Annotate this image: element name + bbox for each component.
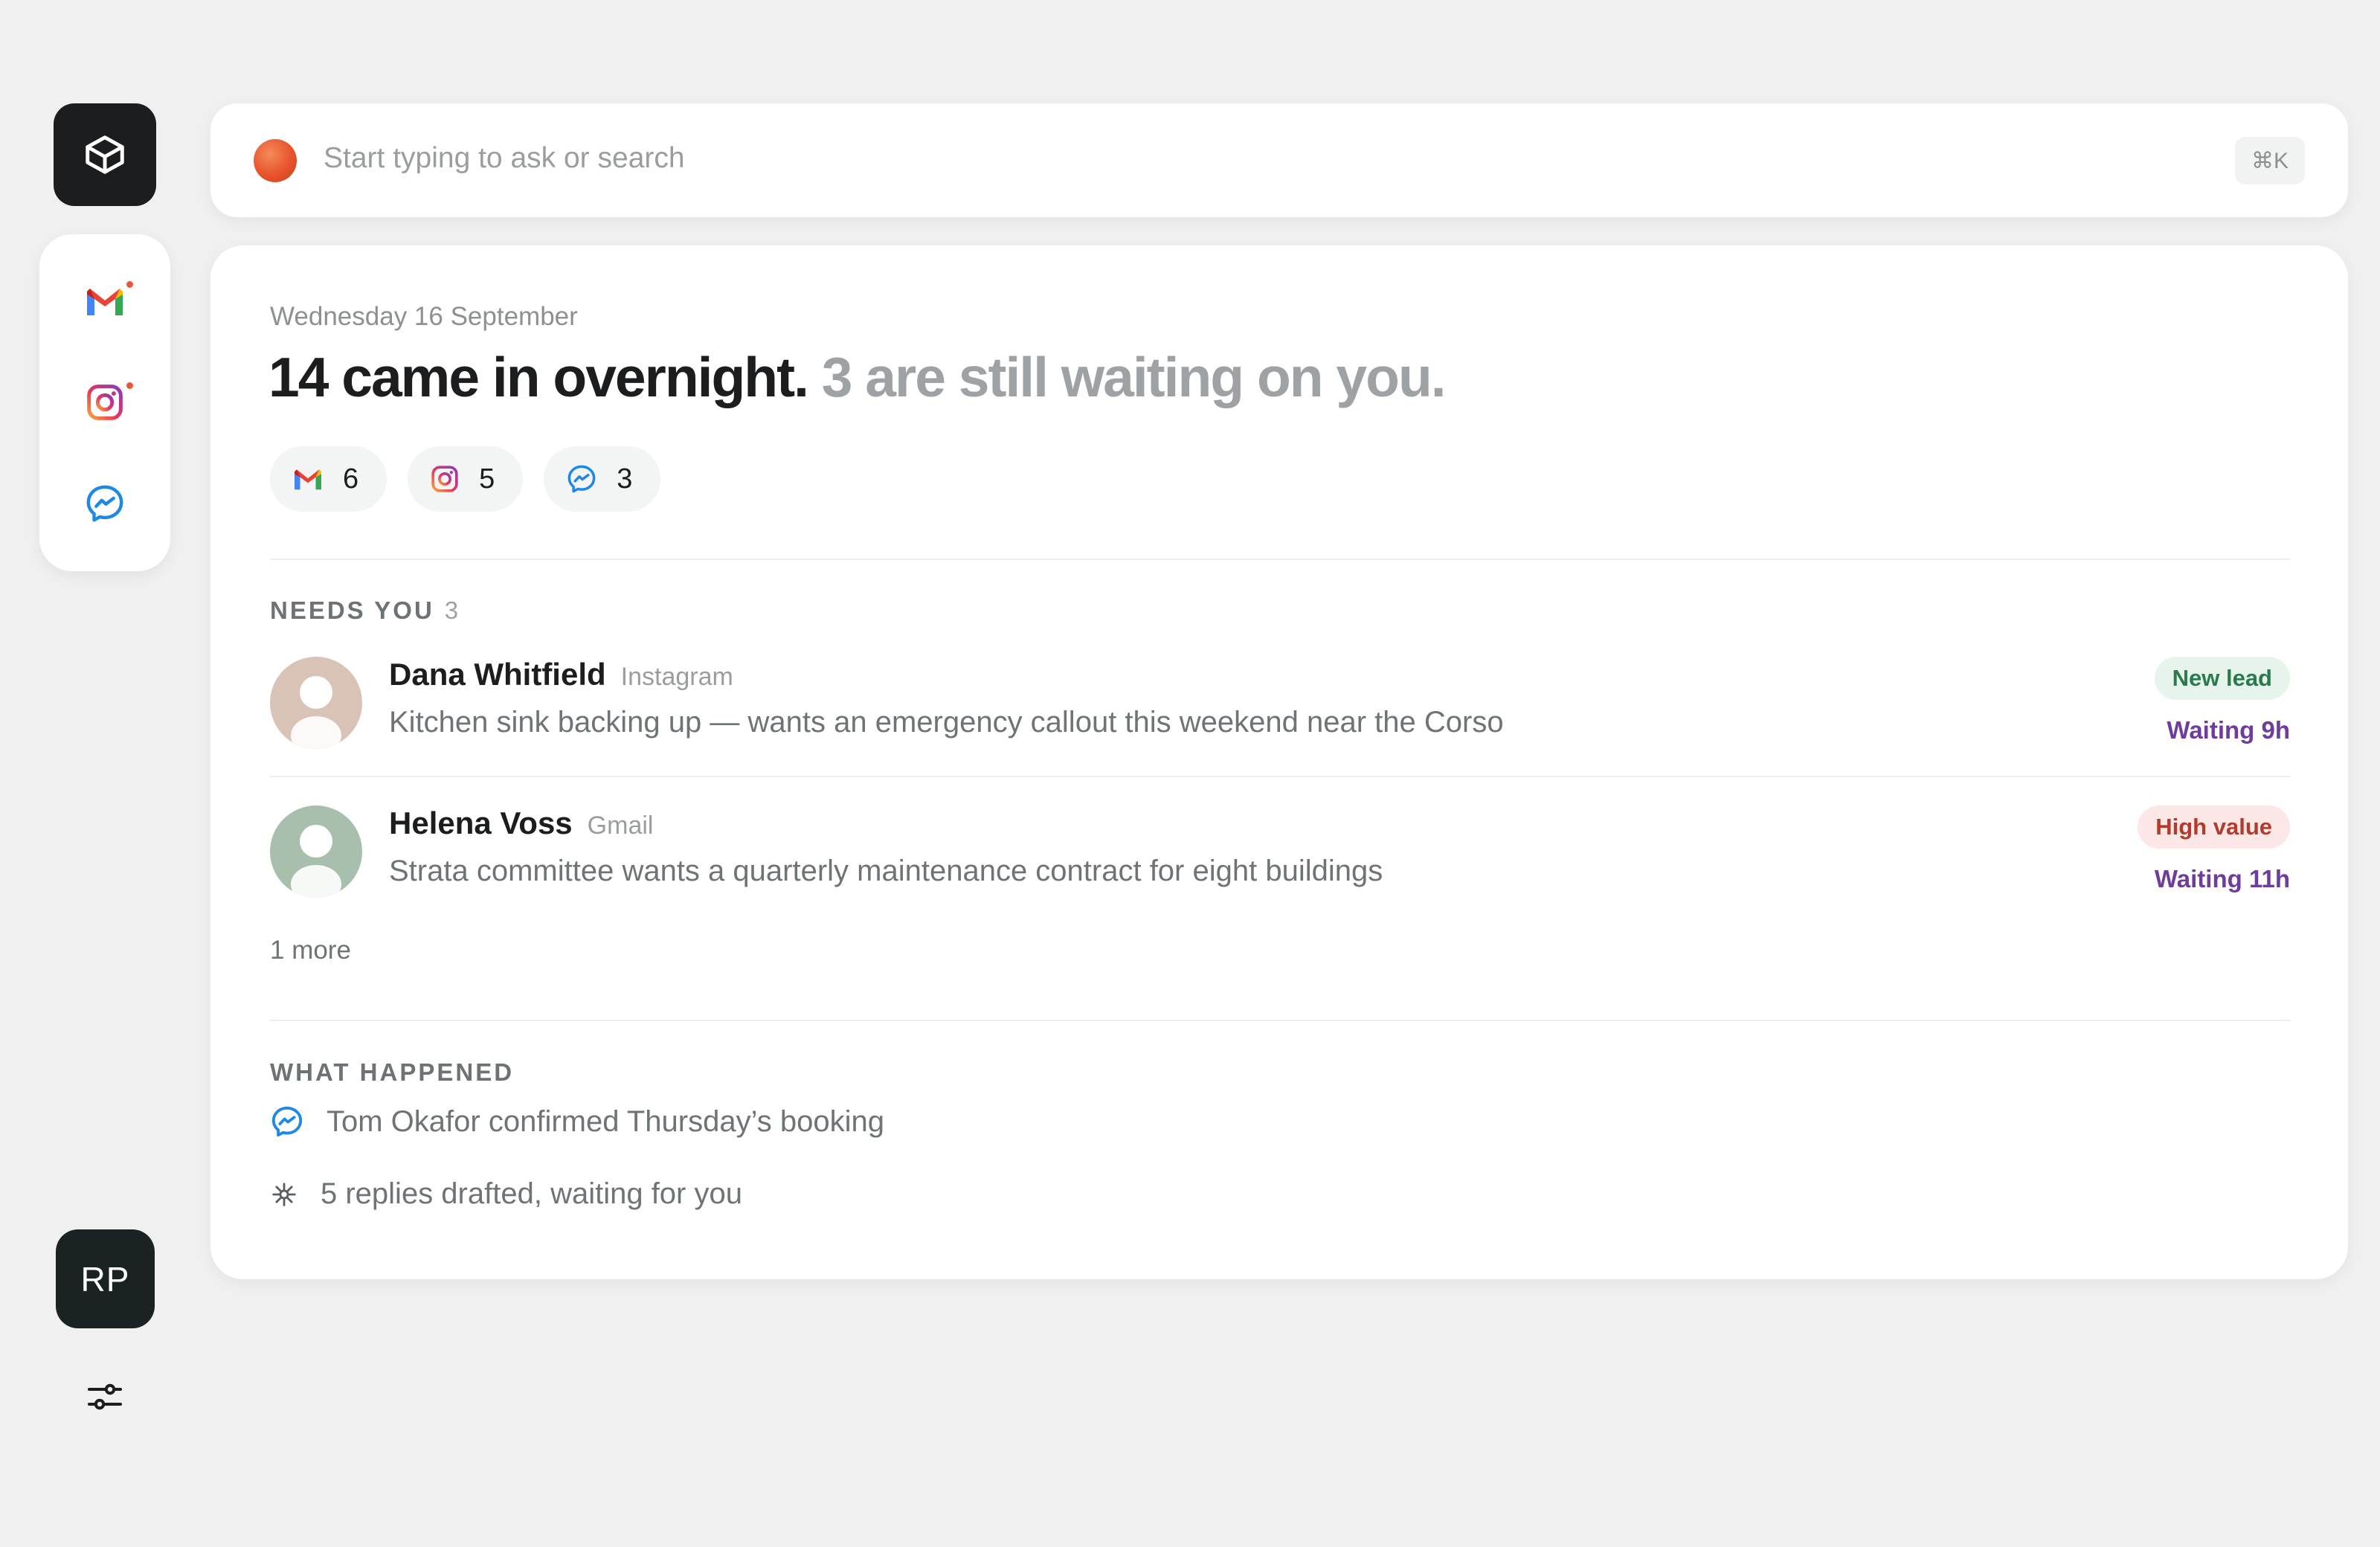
date-label: Wednesday 16 September [270, 302, 578, 331]
search-bar[interactable]: Start typing to ask or search ⌘K [210, 103, 2348, 217]
needs-you-label: NEEDS YOU [270, 596, 434, 624]
what-happened-heading: WHAT HAPPENED [270, 1058, 515, 1086]
divider [270, 776, 2290, 777]
settings-button[interactable] [79, 1374, 131, 1419]
unread-dot [126, 281, 133, 288]
gmail-icon [87, 289, 123, 315]
activity-item[interactable]: 5 replies drafted, waiting for you [270, 1177, 742, 1211]
waiting-time: Waiting 11h [2154, 865, 2290, 892]
message-preview: Kitchen sink backing up — wants an emerg… [389, 706, 1504, 739]
gmail-icon [295, 469, 321, 490]
needs-you-count: 3 [444, 596, 459, 624]
waiting-time: Waiting 9h [2167, 716, 2290, 744]
channel-count: 3 [617, 463, 633, 495]
channel-count: 6 [343, 463, 359, 495]
contact-source: Gmail [587, 811, 654, 840]
activity-text: Tom Okafor confirmed Thursday’s booking [327, 1104, 884, 1138]
show-more-link[interactable]: 1 more [270, 936, 351, 965]
contact-avatar [270, 805, 362, 898]
instagram-icon [431, 466, 458, 492]
user-initials: RP [80, 1259, 130, 1299]
unread-dot [126, 382, 133, 389]
channel-chip-messenger[interactable]: 3 [544, 446, 661, 512]
divider [270, 559, 2290, 560]
overnight-summary-card: Wednesday 16 September 14 came in overni… [210, 245, 2348, 1279]
channel-chip-instagram[interactable]: 5 [408, 446, 524, 512]
search-placeholder[interactable]: Start typing to ask or search [324, 142, 685, 175]
contact-source: Instagram [620, 663, 733, 691]
needs-you-heading: NEEDS YOU 3 [270, 596, 458, 625]
search-shortcut: ⌘K [2234, 137, 2305, 184]
instagram-icon [87, 385, 123, 420]
new-lead-badge: New lead [2154, 657, 2290, 700]
conversation-row[interactable]: Helena Voss Gmail Strata committee wants … [270, 805, 2290, 924]
sidebar-item-messenger[interactable] [39, 474, 170, 533]
channel-counts: 6 5 3 [270, 446, 661, 512]
contact-name: Helena Voss [389, 805, 573, 840]
divider [270, 1020, 2290, 1021]
channel-chip-gmail[interactable]: 6 [270, 446, 387, 512]
messenger-icon [567, 465, 596, 493]
contact-avatar [270, 657, 362, 749]
assistant-orb-icon [254, 139, 297, 182]
sparkle-icon [272, 1182, 296, 1206]
activity-text: 5 replies drafted, waiting for you [321, 1177, 742, 1210]
contact-name-line: Dana Whitfield Instagram [389, 657, 733, 692]
sliders-icon [88, 1383, 122, 1410]
summary-headline: 14 came in overnight. 3 are still waitin… [268, 345, 1447, 409]
high-value-badge: High value [2138, 805, 2290, 849]
headline-muted: 3 are still waiting on you. [807, 346, 1447, 408]
app-switcher [39, 234, 170, 571]
channel-count: 5 [479, 463, 495, 495]
headline-strong: 14 came in overnight. [268, 346, 809, 408]
contact-name: Dana Whitfield [389, 657, 606, 692]
sidebar-item-gmail[interactable] [39, 271, 170, 331]
cube-icon [86, 135, 124, 174]
user-avatar[interactable]: RP [56, 1229, 155, 1328]
activity-item[interactable]: Tom Okafor confirmed Thursday’s booking [270, 1104, 884, 1139]
messenger-icon [271, 1106, 303, 1137]
sidebar-item-instagram[interactable] [39, 373, 170, 432]
conversation-row[interactable]: Dana Whitfield Instagram Kitchen sink bac… [270, 657, 2290, 776]
app-logo[interactable] [54, 103, 156, 206]
messenger-icon [86, 485, 123, 522]
contact-name-line: Helena Voss Gmail [389, 805, 653, 841]
message-preview: Strata committee wants a quarterly maint… [389, 855, 1383, 887]
